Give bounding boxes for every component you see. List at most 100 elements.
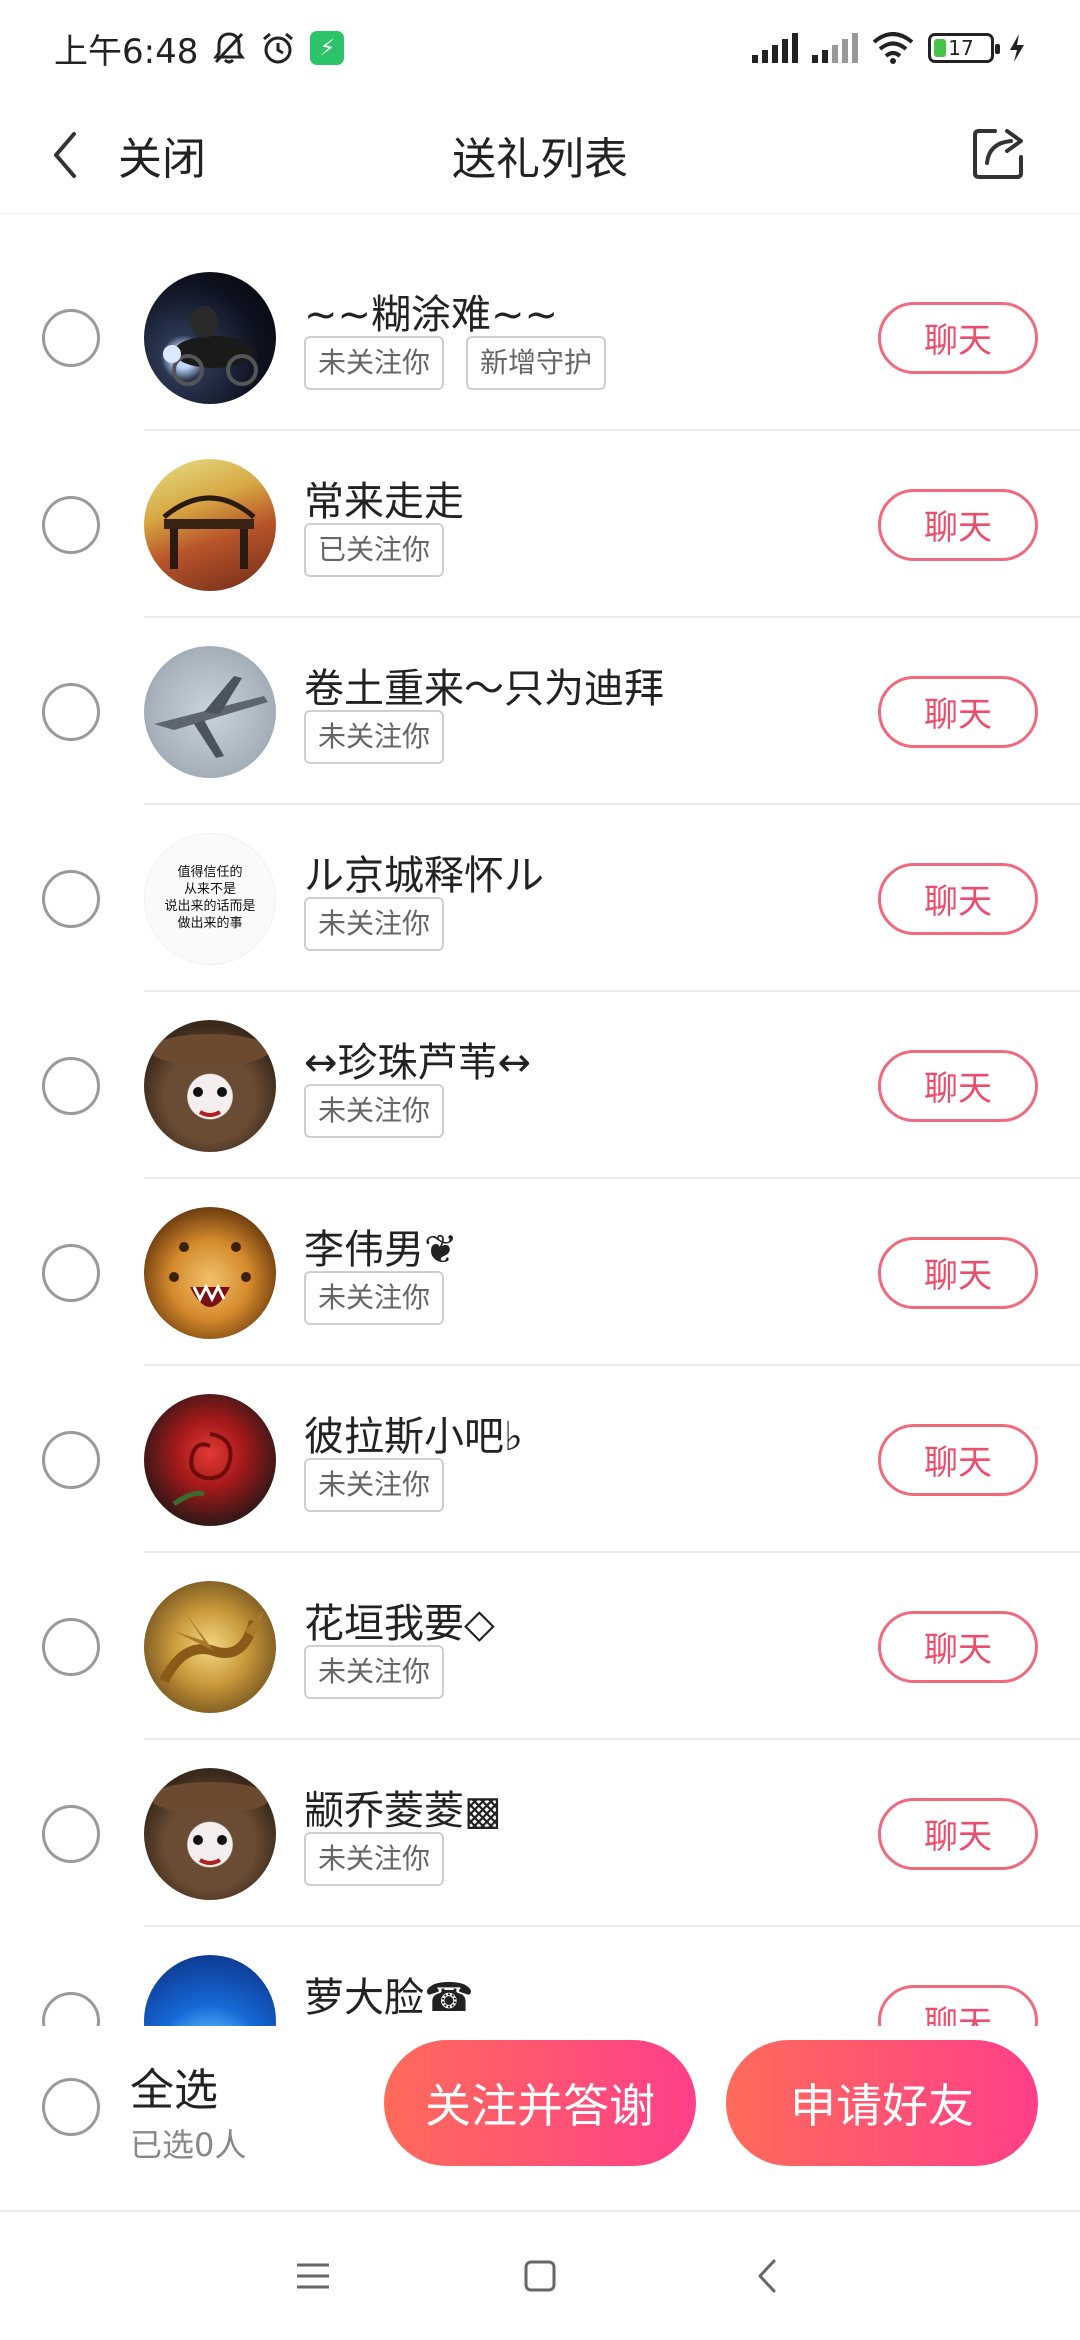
- tag-group: 未关注你 新增守护: [304, 336, 607, 390]
- avatar-calligraphy-line: 做出来的事: [177, 915, 243, 931]
- park-bench-image: [162, 495, 256, 569]
- tag-group: 未关注你: [304, 1645, 445, 1699]
- chat-button[interactable]: 聊天: [878, 1236, 1038, 1309]
- user-name: ~~糊涂难~~: [304, 292, 559, 338]
- wifi-icon: [872, 32, 914, 64]
- hd-signal-icon: [812, 33, 858, 63]
- red-rose-image: [172, 1431, 233, 1506]
- guard-tag: 新增守护: [466, 336, 607, 390]
- list-item[interactable]: ~~糊涂难~~ 未关注你 新增守护 聊天: [0, 244, 1080, 431]
- avatar[interactable]: [144, 1767, 276, 1900]
- chat-button[interactable]: 聊天: [878, 1610, 1038, 1683]
- list-item[interactable]: 卷土重来～只为迪拜 未关注你 聊天: [0, 618, 1080, 805]
- battery-level: 17: [948, 36, 974, 60]
- chevron-left-icon: [54, 131, 76, 178]
- avatar-calligraphy-line: 从来不是: [183, 881, 236, 897]
- avatar[interactable]: [144, 1580, 276, 1713]
- alarm-icon: [263, 32, 294, 64]
- avatar[interactable]: [144, 1393, 276, 1526]
- status-right-icons: 17: [752, 32, 1026, 64]
- user-name: 彼拉斯小吧♭: [304, 1414, 523, 1460]
- user-name: 卷土重来～只为迪拜: [304, 666, 664, 712]
- select-radio[interactable]: [42, 1243, 100, 1302]
- select-radio[interactable]: [42, 869, 100, 928]
- avatar[interactable]: [144, 645, 276, 778]
- select-radio[interactable]: [42, 1056, 100, 1115]
- select-all-radio[interactable]: [42, 2078, 100, 2136]
- home-button[interactable]: [510, 2246, 570, 2306]
- bottom-action-bar: 全选 已选0人 关注并答谢 申请好友: [0, 2026, 1080, 2212]
- avatar[interactable]: 值得信任的 从来不是 说出来的话而是 做出来的事: [144, 832, 276, 965]
- list-item[interactable]: 值得信任的 从来不是 说出来的话而是 做出来的事 ル京城释怀ル 未关注你 聊天: [0, 805, 1080, 992]
- follow-status-tag: 未关注你: [304, 897, 445, 951]
- avatar[interactable]: [144, 458, 276, 591]
- avatar[interactable]: [144, 271, 276, 404]
- chat-button[interactable]: 聊天: [878, 488, 1038, 561]
- select-radio[interactable]: [42, 1430, 100, 1489]
- back-label: 关闭: [118, 133, 206, 185]
- user-name: 常来走走: [304, 479, 464, 525]
- tag-group: 未关注你: [304, 897, 445, 951]
- mute-bell-icon: [213, 32, 246, 64]
- leopard-image: [169, 1241, 251, 1307]
- gift-sender-list[interactable]: ~~糊涂难~~ 未关注你 新增守护 聊天 常来走走 已关注你 聊天 卷土重来～只…: [0, 214, 1080, 2026]
- avatar[interactable]: [144, 1954, 276, 2026]
- chat-button[interactable]: 聊天: [878, 675, 1038, 748]
- masked-figure-image: [150, 1033, 270, 1117]
- signal-icon: [752, 33, 798, 63]
- user-name: 花垣我要◇: [304, 1601, 495, 1647]
- back-icon: [758, 2259, 776, 2293]
- user-name: 萝大脸☎: [304, 1975, 474, 2021]
- share-button[interactable]: [964, 116, 1036, 188]
- user-name: ↔珍珠芦苇↔: [304, 1040, 532, 1086]
- tag-group: 未关注你: [304, 1458, 445, 1512]
- chat-button[interactable]: 聊天: [878, 862, 1038, 935]
- tag-group: 已关注你: [304, 523, 445, 577]
- follow-status-tag: 未关注你: [304, 710, 445, 764]
- avatar[interactable]: [144, 1206, 276, 1339]
- list-item[interactable]: 萝大脸☎ 聊天: [0, 1927, 1080, 2026]
- back-button[interactable]: 关闭: [0, 96, 206, 213]
- chat-button[interactable]: 聊天: [878, 301, 1038, 374]
- select-radio[interactable]: [42, 308, 100, 367]
- user-name: ル京城释怀ル: [304, 853, 544, 899]
- tag-group: 未关注你: [304, 1084, 445, 1138]
- chat-button[interactable]: 聊天: [878, 1423, 1038, 1496]
- follow-status-tag: 未关注你: [304, 1458, 445, 1512]
- avatar[interactable]: [144, 1019, 276, 1152]
- status-time: 上午6:48: [54, 31, 199, 72]
- tag-group: 未关注你: [304, 1271, 445, 1325]
- user-name: 李伟男❦: [304, 1227, 458, 1273]
- select-radio[interactable]: [42, 1991, 100, 2026]
- tag-group: 未关注你: [304, 1832, 445, 1886]
- follow-status-tag: 未关注你: [304, 1645, 445, 1699]
- apply-friend-button[interactable]: 申请好友: [726, 2040, 1038, 2166]
- follow-and-thank-button[interactable]: 关注并答谢: [384, 2040, 696, 2166]
- share-icon: [973, 129, 1023, 179]
- list-item[interactable]: ↔珍珠芦苇↔ 未关注你 聊天: [0, 992, 1080, 1179]
- status-bar: 上午6:48 ⚡ 17: [0, 0, 1080, 96]
- status-left-icons: ⚡: [212, 30, 345, 66]
- select-radio[interactable]: [42, 1617, 100, 1676]
- list-item[interactable]: 颛乔菱菱▩ 未关注你 聊天: [0, 1740, 1080, 1927]
- chat-button[interactable]: 聊天: [878, 1049, 1038, 1122]
- menu-button[interactable]: [283, 2246, 343, 2306]
- follow-status-tag: 未关注你: [304, 336, 445, 390]
- charging-icon: [1010, 34, 1024, 62]
- select-radio[interactable]: [42, 682, 100, 741]
- select-all-label[interactable]: 全选: [130, 2054, 218, 2118]
- selected-count: 已选0人: [130, 2126, 247, 2164]
- masked-figure-image: [150, 1781, 270, 1865]
- list-item[interactable]: 李伟男❦ 未关注你 聊天: [0, 1179, 1080, 1366]
- header-bar: 关闭 送礼列表: [0, 96, 1080, 214]
- list-item[interactable]: 花垣我要◇ 未关注你 聊天: [0, 1553, 1080, 1740]
- list-item[interactable]: 常来走走 已关注你 聊天: [0, 431, 1080, 618]
- menu-icon: [297, 2263, 330, 2289]
- nav-back-button[interactable]: [737, 2246, 797, 2306]
- select-radio[interactable]: [42, 495, 100, 554]
- chat-button[interactable]: 聊天: [878, 1797, 1038, 1870]
- chat-button[interactable]: 聊天: [878, 1984, 1038, 2026]
- list-item[interactable]: 彼拉斯小吧♭ 未关注你 聊天: [0, 1366, 1080, 1553]
- motorcycle-rider-image: [163, 305, 258, 386]
- select-radio[interactable]: [42, 1804, 100, 1863]
